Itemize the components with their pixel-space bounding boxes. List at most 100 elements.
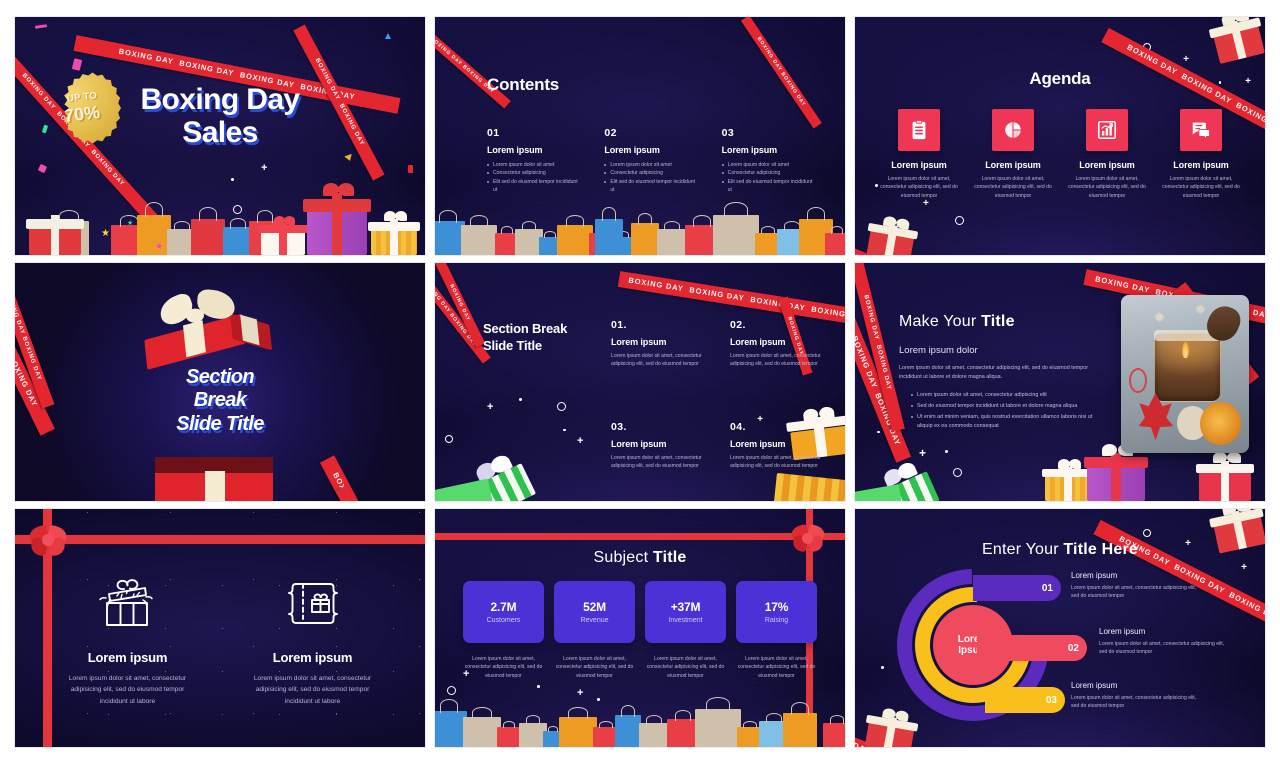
title-bold-part: Title Here <box>1063 541 1138 558</box>
contents-item-number: 02 <box>604 127 617 139</box>
section-list-item[interactable]: 03. Lorem ipsum Lorem ipsum dolor sit am… <box>611 421 702 471</box>
contents-item-bullets: Lorem ipsum dolor sit amet Consectetur a… <box>604 161 697 194</box>
slide-section-break-list[interactable]: BOXING DAY BOXING DAY BOXING DAY BOXING … <box>434 262 846 502</box>
item-number: 04. <box>730 420 746 433</box>
section-title-line2: Break <box>193 389 247 412</box>
contents-item-number: 01 <box>487 127 500 139</box>
list-item: Consectetur adipisicing <box>721 169 815 177</box>
list-item: Elit sed do eiusmod tempor incididunt ut <box>487 178 580 195</box>
confetti-chip <box>408 165 413 173</box>
agenda-item[interactable]: Lorem ipsum Lorem ipsum dolor sit amet, … <box>1065 109 1149 200</box>
two-icon-item[interactable]: Lorem ipsum Lorem ipsum dolor sit amet, … <box>45 573 210 707</box>
stat-value: 2.7M <box>490 600 517 614</box>
contents-item-subtitle: Lorem ipsum <box>721 145 778 155</box>
tab-number: 03 <box>1045 694 1057 706</box>
list-item: Lorem ipsum dolor sit amet, consectetur … <box>911 391 1109 400</box>
list-item: Consectetur adipisicing <box>604 169 697 177</box>
decorative-dot <box>597 698 600 701</box>
two-icon-item-title: Lorem ipsum <box>272 650 353 665</box>
pie-chart-icon <box>992 109 1034 151</box>
shopping-bag <box>713 202 759 255</box>
contents-heading: Contents <box>487 75 560 94</box>
candle-photo[interactable] <box>1121 295 1249 453</box>
stat-card[interactable]: +37M Investment <box>645 581 726 643</box>
make-paragraph: Lorem ipsum dolor sit amet, consectetur … <box>899 365 1089 380</box>
stat-card[interactable]: 52M Revenue <box>554 581 635 643</box>
slide-title[interactable]: BOXING DAY BOXING DAY BOXING DAY BOXING … <box>14 16 426 256</box>
section-list-item[interactable]: 04. Lorem ipsum Lorem ipsum dolor sit am… <box>730 421 821 471</box>
item-body: Lorem ipsum dolor sit amet, consectetur … <box>730 454 821 469</box>
decorative-dot <box>881 666 884 669</box>
section-list-items: 01. Lorem ipsum Lorem ipsum dolor sit am… <box>611 319 821 470</box>
agenda-item-title: Lorem ipsum <box>985 160 1041 170</box>
slide-section-break[interactable]: BOXING DAY BOXING DAY BOXING DAY BOXING … <box>14 262 426 502</box>
gift-box-base <box>155 457 273 501</box>
slide-two-icon[interactable]: Lorem ipsum Lorem ipsum dolor sit amet, … <box>14 508 426 748</box>
slide-make-your-title[interactable]: BOXING DAY BOXING DAY BOXING DAY BOXING … <box>854 262 1266 502</box>
agenda-item[interactable]: Lorem ipsum Lorem ipsum dolor sit amet, … <box>1159 109 1243 200</box>
ribbon-banner: BOXING DAY <box>335 485 411 501</box>
decorative-ring <box>1143 529 1151 537</box>
agenda-item-title: Lorem ipsum <box>891 160 947 170</box>
agenda-item[interactable]: Lorem ipsum Lorem ipsum dolor sit amet, … <box>877 109 961 200</box>
gift-box <box>866 215 918 255</box>
clipboard-list-icon <box>898 109 940 151</box>
arc-item-body: Lorem ipsum dolor sit amet, consectetur … <box>1099 641 1225 656</box>
decorative-ring <box>447 686 456 695</box>
two-icon-items: Lorem ipsum Lorem ipsum dolor sit amet, … <box>45 573 395 707</box>
shopping-bag <box>595 207 623 255</box>
make-subheading: Lorem ipsum dolor <box>899 345 978 356</box>
circular-diagram-title: Enter Your Title Here <box>855 541 1265 559</box>
item-number: 01. <box>611 319 627 331</box>
shopping-bag <box>497 720 521 747</box>
stat-description: Lorem ipsum dolor sit amet, consectetur … <box>646 656 725 679</box>
gift-lid-flying <box>140 286 282 370</box>
contents-item[interactable]: 02 Lorem ipsum Lorem ipsum dolor sit ame… <box>604 127 697 194</box>
arc-tab-01[interactable]: 01 <box>973 575 1061 601</box>
item-subtitle: Lorem ipsum <box>730 337 786 347</box>
decorative-plus: + <box>577 687 584 699</box>
slide-circular-diagram[interactable]: BOXING DAY BOXING DAY BOXING DAY BOXING … <box>854 508 1266 748</box>
shopping-bag <box>559 707 597 747</box>
decorative-plus: + <box>919 446 927 460</box>
stat-descriptions-row: Lorem ipsum dolor sit amet, consectetur … <box>463 655 817 680</box>
agenda-item-body: Lorem ipsum dolor sit amet, consectetur … <box>1162 176 1240 199</box>
bar-chart-growth-icon <box>1086 109 1128 151</box>
gift-box <box>1208 17 1265 64</box>
decorative-plus: + <box>1183 54 1189 65</box>
section-list-item[interactable]: 01. Lorem ipsum Lorem ipsum dolor sit am… <box>611 319 702 369</box>
shopping-bag <box>631 212 659 255</box>
ribbon-horizontal-bar <box>15 535 425 544</box>
arc-tab-02[interactable]: 02 <box>977 635 1087 661</box>
title-light-part: Make Your <box>899 313 982 330</box>
section-list-item[interactable]: 02. Lorem ipsum Lorem ipsum dolor sit am… <box>730 319 821 369</box>
make-title: Make Your Title <box>899 313 1109 331</box>
arc-item-text: Lorem ipsum Lorem ipsum dolor sit amet, … <box>1071 681 1203 711</box>
contents-item-bullets: Lorem ipsum dolor sit amet Consectetur a… <box>487 161 580 194</box>
slide-agenda[interactable]: BOXING DAY BOXING DAY BOXING DAY BOXING … <box>854 16 1266 256</box>
item-subtitle: Lorem ipsum <box>611 438 667 449</box>
list-item: Consectetur adipisicing <box>487 169 580 177</box>
decorative-dot <box>231 178 234 181</box>
agenda-item[interactable]: Lorem ipsum Lorem ipsum dolor sit amet, … <box>971 109 1055 200</box>
section-title-line1: Section <box>185 366 255 388</box>
gift-box <box>1042 459 1094 501</box>
decorative-ring <box>557 402 566 411</box>
item-body: Lorem ipsum dolor sit amet, consectetur … <box>730 353 821 368</box>
ribbon-banner: BOXING DAY BOXING DAY <box>319 455 405 501</box>
ribbon-banner: BOXING DAY BOXING DAY <box>435 22 511 109</box>
arc-tab-03[interactable]: 03 <box>985 687 1065 713</box>
contents-item[interactable]: 03 Lorem ipsum Lorem ipsum dolor sit ame… <box>721 127 815 194</box>
two-icon-item[interactable]: Lorem ipsum Lorem ipsum dolor sit amet, … <box>230 573 395 707</box>
decorative-dot <box>945 450 948 453</box>
stat-card[interactable]: 17% Raising <box>736 581 817 643</box>
slide-contents[interactable]: BOXING DAY BOXING DAY BOXING DAY BOXING … <box>434 16 846 256</box>
gift-box <box>1195 452 1255 501</box>
confetti-chip <box>71 58 83 71</box>
shopping-bag <box>825 225 845 255</box>
slide-subject-title-stats[interactable]: Subject Title 2.7M Customers 52M Revenue… <box>434 508 846 748</box>
stat-value: 17% <box>764 600 789 614</box>
contents-item[interactable]: 01 Lorem ipsum Lorem ipsum dolor sit ame… <box>487 127 580 194</box>
stat-card[interactable]: 2.7M Customers <box>463 581 544 643</box>
arc-item-body: Lorem ipsum dolor sit amet, consectetur … <box>1071 695 1197 710</box>
